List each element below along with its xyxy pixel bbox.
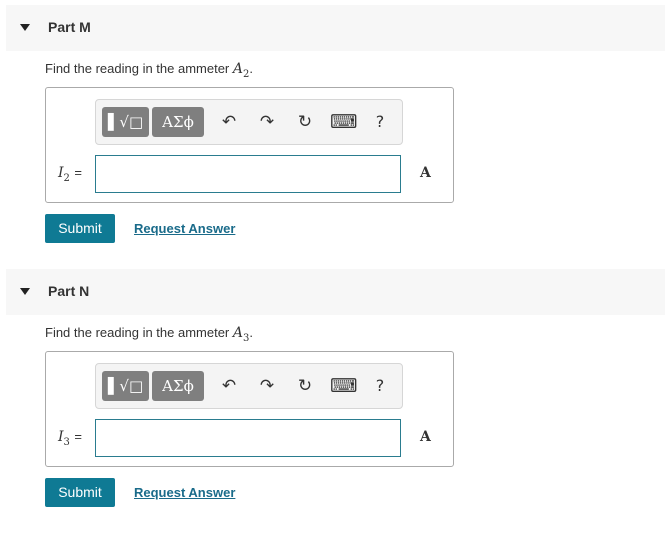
help-icon[interactable]: ?: [367, 109, 393, 135]
submit-button[interactable]: Submit: [45, 478, 115, 507]
question-prompt: Find the reading in the ammeter: [45, 61, 233, 76]
question-variable: A3: [232, 325, 250, 344]
redo-icon[interactable]: ↷: [254, 109, 280, 135]
equals-sign: =: [74, 165, 82, 180]
answer-var-sub: 2: [63, 172, 70, 184]
help-icon[interactable]: ?: [367, 373, 393, 399]
collapse-caret-icon[interactable]: [20, 24, 30, 31]
keyboard-icon[interactable]: ⌨: [330, 373, 357, 399]
submit-button[interactable]: Submit: [45, 214, 115, 243]
math-toolbar: ▌√□ ΑΣϕ ↶ ↷ ↻ ⌨ ?: [95, 99, 403, 145]
request-answer-link[interactable]: Request Answer: [134, 221, 235, 236]
part-m-header[interactable]: Part M: [6, 5, 665, 51]
reset-icon[interactable]: ↻: [292, 373, 318, 399]
answer-variable-label: I3 =: [58, 429, 82, 448]
templates-button[interactable]: ▌√□: [102, 371, 149, 401]
greek-symbols-button[interactable]: ΑΣϕ: [152, 371, 204, 401]
answer-variable-label: I2 =: [58, 165, 82, 184]
question-end: .: [249, 325, 254, 340]
answer-input[interactable]: [95, 419, 401, 457]
question-var-letter: A: [232, 325, 244, 341]
math-toolbar: ▌√□ ΑΣϕ ↶ ↷ ↻ ⌨ ?: [95, 363, 403, 409]
collapse-caret-icon[interactable]: [20, 288, 30, 295]
equals-sign: =: [74, 429, 82, 444]
unit-label: A: [420, 429, 431, 445]
answer-box: ▌√□ ΑΣϕ ↶ ↷ ↻ ⌨ ? I2 = A: [45, 87, 454, 203]
request-answer-link[interactable]: Request Answer: [134, 485, 235, 500]
question-end: .: [249, 61, 254, 76]
redo-icon[interactable]: ↷: [254, 373, 280, 399]
greek-symbols-button[interactable]: ΑΣϕ: [152, 107, 204, 137]
part-title: Part N: [48, 283, 90, 299]
answer-var-sub: 3: [63, 436, 70, 448]
question-text: Find the reading in the ammeter A2.: [45, 61, 253, 80]
templates-button[interactable]: ▌√□: [102, 107, 149, 137]
question-var-letter: A: [232, 61, 244, 77]
answer-input[interactable]: [95, 155, 401, 193]
undo-icon[interactable]: ↶: [216, 109, 242, 135]
question-text: Find the reading in the ammeter A3.: [45, 325, 253, 344]
question-prompt: Find the reading in the ammeter: [45, 325, 233, 340]
question-variable: A2: [232, 61, 250, 80]
keyboard-icon[interactable]: ⌨: [330, 109, 357, 135]
unit-label: A: [420, 165, 431, 181]
reset-icon[interactable]: ↻: [292, 109, 318, 135]
part-title: Part M: [48, 19, 91, 35]
answer-box: ▌√□ ΑΣϕ ↶ ↷ ↻ ⌨ ? I3 = A: [45, 351, 454, 467]
part-n-header[interactable]: Part N: [6, 269, 665, 315]
undo-icon[interactable]: ↶: [216, 373, 242, 399]
